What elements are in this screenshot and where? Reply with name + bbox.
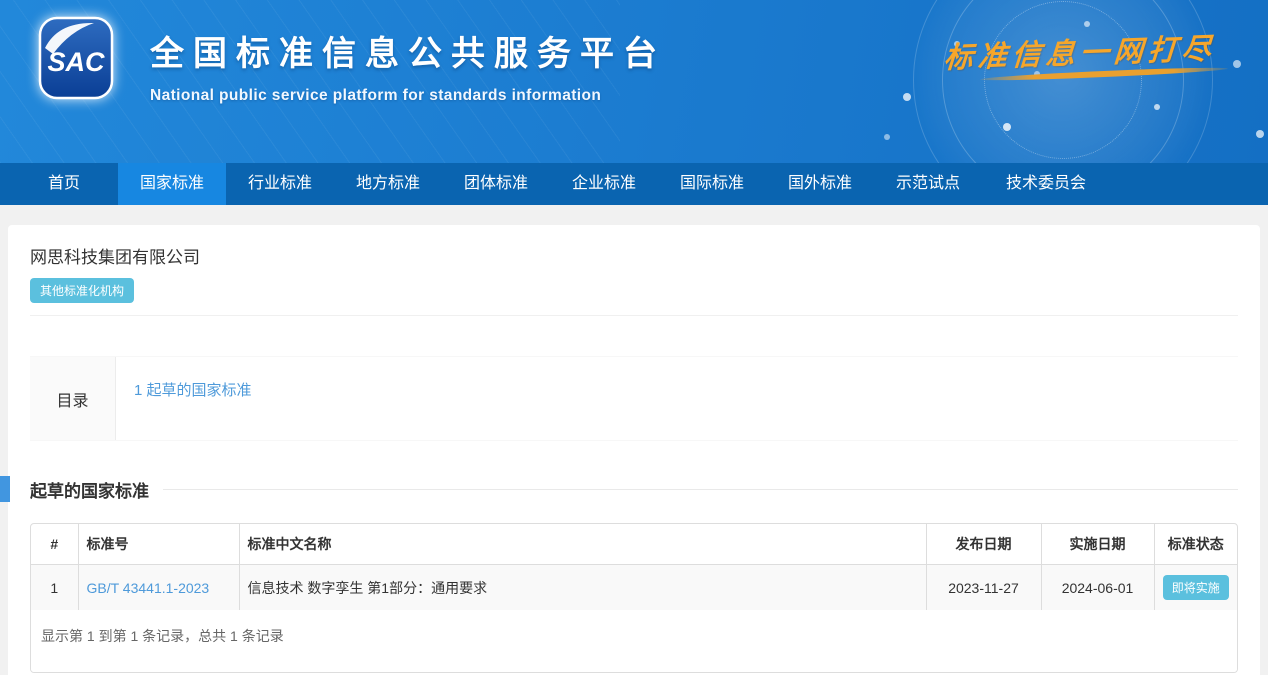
site-title: 全国标准信息公共服务平台 — [150, 26, 666, 75]
main-nav: 首页 国家标准 行业标准 地方标准 团体标准 企业标准 国际标准 国外标准 示范… — [0, 163, 1268, 205]
cell-std-no: GB/T 43441.1-2023 — [78, 565, 239, 611]
org-type-badge: 其他标准化机构 — [30, 278, 134, 303]
nav-item[interactable]: 首页 — [10, 163, 118, 205]
status-badge: 即将实施 — [1163, 575, 1229, 600]
nav-item[interactable]: 团体标准 — [442, 163, 550, 205]
content-background: 网思科技集团有限公司 其他标准化机构 目录 1 起草的国家标准 起草的国家标准 — [0, 205, 1268, 675]
col-header-index: # — [31, 524, 78, 565]
toc-label: 目录 — [30, 357, 115, 440]
sac-logo[interactable]: SAC — [38, 16, 114, 100]
toc-link[interactable]: 1 起草的国家标准 — [134, 382, 252, 399]
site-subtitle: National public service platform for sta… — [150, 87, 666, 105]
standards-table: # 标准号 标准中文名称 发布日期 实施日期 标准状态 1 GB/ — [31, 524, 1237, 610]
record-count-summary: 显示第 1 到第 1 条记录，总共 1 条记录 — [31, 610, 1237, 672]
cell-status: 即将实施 — [1154, 565, 1237, 611]
content-card: 网思科技集团有限公司 其他标准化机构 目录 1 起草的国家标准 起草的国家标准 — [8, 225, 1260, 675]
globe-graphic — [913, 0, 1213, 163]
site-header: SAC 全国标准信息公共服务平台 National public service… — [0, 0, 1268, 163]
cell-index: 1 — [31, 565, 78, 611]
site-title-block: 全国标准信息公共服务平台 National public service pla… — [150, 26, 666, 105]
nav-item[interactable]: 国外标准 — [766, 163, 874, 205]
nav-item[interactable]: 国家标准 — [118, 163, 226, 205]
nav-item[interactable]: 行业标准 — [226, 163, 334, 205]
col-header-std-no: 标准号 — [78, 524, 239, 565]
section-line — [163, 489, 1238, 490]
col-header-name: 标准中文名称 — [239, 524, 926, 565]
cell-impl-date: 2024-06-01 — [1041, 565, 1154, 611]
cell-name: 信息技术 数字孪生 第1部分：通用要求 — [239, 565, 926, 611]
col-header-status: 标准状态 — [1154, 524, 1237, 565]
toc-body: 1 起草的国家标准 — [115, 357, 1238, 440]
nav-item[interactable]: 地方标准 — [334, 163, 442, 205]
section-title: 起草的国家标准 — [30, 477, 149, 502]
table-row: 1 GB/T 43441.1-2023 信息技术 数字孪生 第1部分：通用要求 … — [31, 565, 1237, 611]
table-header-row: # 标准号 标准中文名称 发布日期 实施日期 标准状态 — [31, 524, 1237, 565]
toc-section: 目录 1 起草的国家标准 — [30, 356, 1238, 441]
org-name: 网思科技集团有限公司 — [30, 243, 1238, 268]
nav-item[interactable]: 国际标准 — [658, 163, 766, 205]
col-header-impl-date: 实施日期 — [1041, 524, 1154, 565]
divider — [30, 315, 1238, 316]
cell-pub-date: 2023-11-27 — [926, 565, 1041, 611]
standards-table-container: # 标准号 标准中文名称 发布日期 实施日期 标准状态 1 GB/ — [30, 523, 1238, 673]
section-accent-bar — [0, 476, 10, 502]
section-header: 起草的国家标准 — [30, 475, 1238, 503]
nav-item[interactable]: 企业标准 — [550, 163, 658, 205]
col-header-pub-date: 发布日期 — [926, 524, 1041, 565]
nav-item[interactable]: 示范试点 — [874, 163, 982, 205]
nav-item[interactable]: 技术委员会 — [982, 163, 1110, 205]
svg-text:SAC: SAC — [47, 47, 105, 77]
standard-link[interactable]: GB/T 43441.1-2023 — [87, 580, 210, 596]
header-dots-decoration — [0, 0, 4, 4]
